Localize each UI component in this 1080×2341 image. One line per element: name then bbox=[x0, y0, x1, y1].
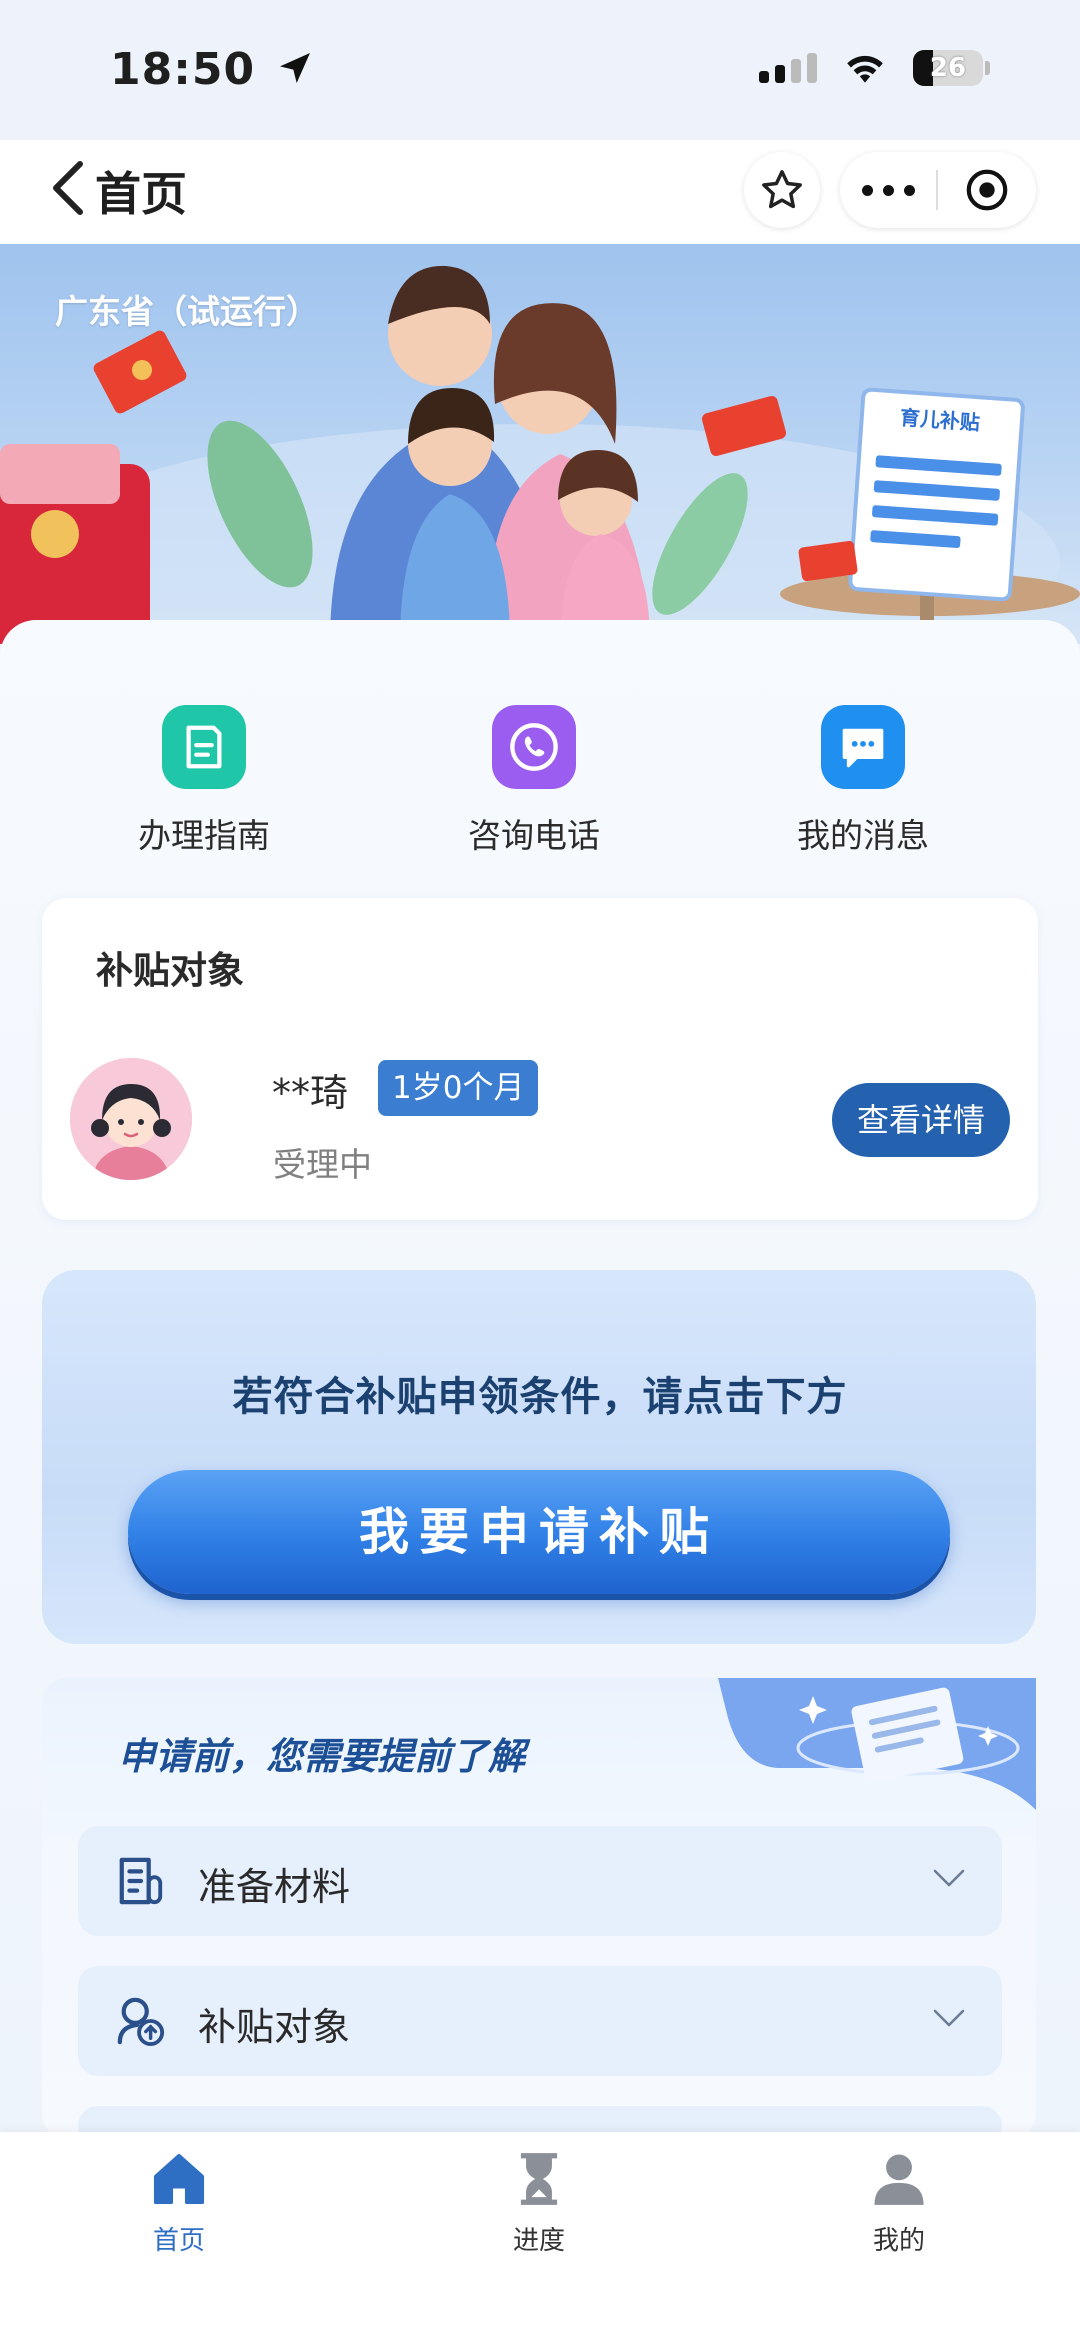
age-badge: 1岁0个月 bbox=[378, 1060, 539, 1116]
message-icon bbox=[821, 705, 905, 789]
application-status: 受理中 bbox=[273, 1145, 372, 1184]
view-details-button[interactable]: 查看详情 bbox=[832, 1083, 1010, 1157]
cellular-signal-icon bbox=[759, 53, 817, 83]
user-icon bbox=[874, 2154, 924, 2205]
chevron-down-icon bbox=[933, 2009, 965, 2027]
subject-icon bbox=[117, 1997, 165, 2047]
tab-progress[interactable]: 进度 bbox=[439, 2148, 639, 2257]
status-time: 18:50 bbox=[110, 44, 315, 95]
quick-action-messages[interactable]: 我的消息 bbox=[733, 705, 993, 857]
tab-mine[interactable]: 我的 bbox=[799, 2148, 999, 2257]
quick-action-label: 我的消息 bbox=[797, 816, 929, 855]
battery-level: 26 bbox=[929, 53, 967, 83]
hourglass-icon bbox=[520, 2153, 558, 2205]
favorite-button[interactable] bbox=[744, 152, 820, 228]
chevron-down-icon bbox=[933, 1869, 965, 1887]
star-icon bbox=[762, 170, 802, 209]
home-icon bbox=[153, 2153, 205, 2205]
child-name: **琦 bbox=[272, 1071, 349, 1115]
materials-icon bbox=[119, 1857, 163, 1905]
tab-label: 进度 bbox=[512, 2226, 565, 2256]
accordion-materials[interactable]: 准备材料 bbox=[78, 1826, 1002, 1936]
tab-label: 首页 bbox=[152, 2226, 205, 2256]
accordion-label: 补贴对象 bbox=[198, 2005, 351, 2049]
back-arrow-icon[interactable] bbox=[48, 160, 88, 216]
tab-home[interactable]: 首页 bbox=[79, 2148, 279, 2257]
quick-action-label: 办理指南 bbox=[138, 816, 270, 855]
status-indicators: 26 bbox=[759, 50, 990, 86]
quick-action-label: 咨询电话 bbox=[468, 816, 600, 855]
phone-icon bbox=[492, 705, 576, 789]
document-decoration-icon bbox=[718, 1678, 1036, 1810]
status-time-text: 18:50 bbox=[110, 44, 256, 95]
prepare-title: 申请前，您需要提前了解 bbox=[118, 1735, 525, 1778]
apply-subsidy-button[interactable]: 我要申请补贴 bbox=[128, 1470, 950, 1594]
accordion-subject[interactable]: 补贴对象 bbox=[78, 1966, 1002, 2076]
location-arrow-icon bbox=[280, 53, 311, 83]
tab-label: 我的 bbox=[872, 2226, 925, 2256]
apply-hint: 若符合补贴申领条件，请点击下方 bbox=[232, 1374, 848, 1420]
subject-card-title: 补贴对象 bbox=[96, 949, 244, 992]
wifi-icon bbox=[847, 55, 883, 83]
document-icon bbox=[162, 705, 246, 789]
close-target-icon[interactable] bbox=[938, 167, 1036, 213]
page-title: 首页 bbox=[95, 167, 187, 221]
quick-action-guide[interactable]: 办理指南 bbox=[74, 705, 334, 857]
battery-icon: 26 bbox=[913, 50, 990, 86]
accordion-label: 准备材料 bbox=[198, 1865, 351, 1909]
mini-program-capsule bbox=[840, 152, 1036, 228]
quick-action-phone[interactable]: 咨询电话 bbox=[404, 705, 664, 857]
banner-doc-label: 育儿补贴 bbox=[899, 405, 981, 435]
more-menu-icon[interactable] bbox=[840, 184, 936, 196]
region-label: 广东省（试运行） bbox=[55, 292, 319, 331]
avatar bbox=[70, 1058, 192, 1180]
